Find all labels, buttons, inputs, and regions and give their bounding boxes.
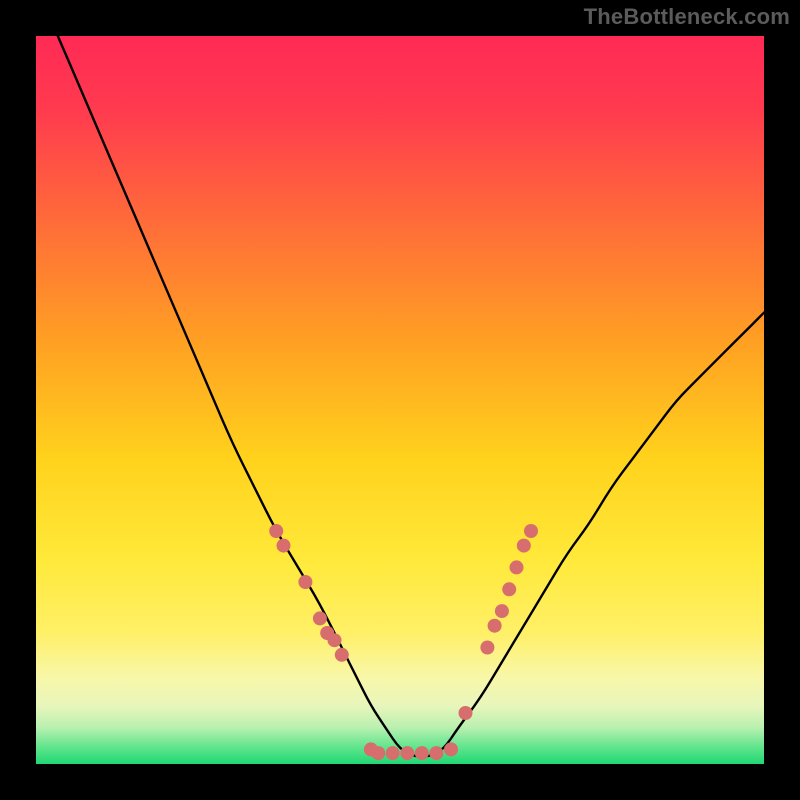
marker-point xyxy=(400,746,414,760)
marker-point xyxy=(269,524,283,538)
marker-point xyxy=(502,582,516,596)
chart-frame: TheBottleneck.com xyxy=(0,0,800,800)
attribution-text: TheBottleneck.com xyxy=(584,4,790,30)
marker-point xyxy=(328,633,342,647)
marker-point xyxy=(495,604,509,618)
marker-point xyxy=(510,560,524,574)
marker-point xyxy=(386,746,400,760)
marker-point xyxy=(488,619,502,633)
marker-point xyxy=(444,742,458,756)
marker-point xyxy=(298,575,312,589)
marker-point xyxy=(415,746,429,760)
bottleneck-chart xyxy=(36,36,764,764)
marker-point xyxy=(371,746,385,760)
marker-point xyxy=(429,746,443,760)
marker-point xyxy=(524,524,538,538)
marker-point xyxy=(335,648,349,662)
marker-point xyxy=(480,641,494,655)
marker-point xyxy=(517,539,531,553)
marker-point xyxy=(277,539,291,553)
marker-point xyxy=(313,611,327,625)
marker-point xyxy=(459,706,473,720)
gradient-background xyxy=(36,36,764,764)
